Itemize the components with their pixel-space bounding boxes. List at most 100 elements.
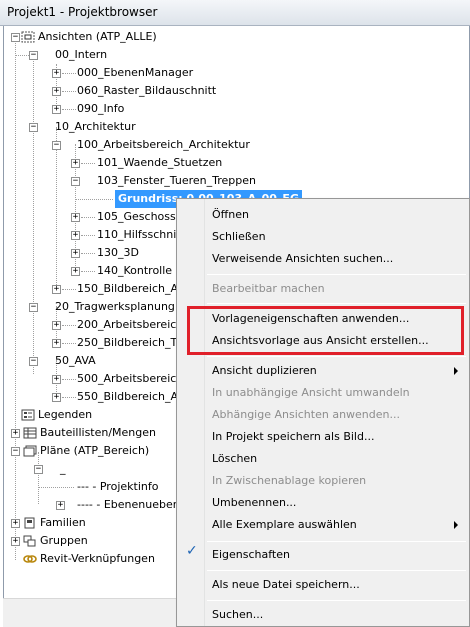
tree-item-060[interactable]: + 060_Raster_Bildauschnitt	[4, 82, 304, 100]
tree-item-label: 105_Geschossd	[97, 210, 183, 223]
tree-line	[62, 343, 76, 344]
menu-item-unabhaengige-ansicht[interactable]: In unabhängige Ansicht umwandeln	[212, 383, 410, 403]
tree-item-ansichten[interactable]: − Ansichten (ATP_ALLE)	[4, 28, 304, 46]
tree-item-label: Legenden	[38, 408, 93, 421]
collapse-toggle[interactable]: −	[29, 303, 38, 312]
tree-item-label: 103_Fenster_Tueren_Treppen	[97, 174, 256, 187]
menu-item-eigenschaften[interactable]: Eigenschaften	[212, 545, 290, 565]
expand-toggle[interactable]: +	[52, 105, 61, 114]
expand-toggle[interactable]: +	[52, 69, 61, 78]
menu-item-verweisende-ansichten[interactable]: Verweisende Ansichten suchen...	[212, 249, 393, 269]
tree-item-label: 130_3D	[97, 246, 139, 259]
tree-item-intern[interactable]: − 00_Intern	[4, 46, 304, 64]
schedule-icon	[23, 427, 37, 439]
expand-toggle[interactable]: +	[71, 231, 80, 240]
menu-item-oeffnen[interactable]: Öffnen	[212, 205, 249, 225]
expand-toggle[interactable]: +	[52, 375, 61, 384]
tree-item-label: 090_Info	[77, 102, 125, 115]
tree-item-000[interactable]: + 000_EbenenManager	[4, 64, 304, 82]
menu-separator	[207, 303, 466, 304]
expand-toggle[interactable]: +	[71, 249, 80, 258]
tree-line	[81, 217, 95, 218]
tree-item-label: 140_Kontrolle	[97, 264, 173, 277]
group-icon	[23, 535, 36, 547]
tree-item-label: 250_Bildbereich_TR	[77, 336, 185, 349]
tree-line	[81, 253, 95, 254]
expand-toggle[interactable]: +	[71, 159, 80, 168]
tree-item-103[interactable]: − 103_Fenster_Tueren_Treppen	[4, 172, 304, 190]
expand-toggle[interactable]: +	[52, 339, 61, 348]
tree-item-090[interactable]: + 090_Info	[4, 100, 304, 118]
collapse-toggle[interactable]: −	[52, 141, 61, 150]
menu-item-zwischenablage[interactable]: In Zwischenablage kopieren	[212, 471, 366, 491]
collapse-toggle[interactable]: −	[29, 357, 38, 366]
expand-toggle[interactable]: +	[52, 393, 61, 402]
tree-item-label: Ansichten (ATP_ALLE)	[38, 30, 157, 43]
collapse-toggle[interactable]: −	[11, 447, 20, 456]
menu-item-umbenennen[interactable]: Umbenennen...	[212, 493, 296, 513]
menu-item-speichern-als-bild[interactable]: In Projekt speichern als Bild...	[212, 427, 374, 447]
tree-item-label: 50_AVA	[55, 354, 96, 367]
family-icon	[24, 517, 35, 529]
menu-item-loeschen[interactable]: Löschen	[212, 449, 257, 469]
expand-toggle[interactable]: +	[71, 213, 80, 222]
tree-line	[62, 109, 76, 110]
tree-line	[15, 55, 29, 56]
tree-item-101[interactable]: + 101_Waende_Stuetzen	[4, 154, 304, 172]
tree-item-label: 100_Arbeitsbereich_Architektur	[77, 138, 250, 151]
tree-line	[62, 325, 76, 326]
tree-line	[62, 91, 76, 92]
tree-line	[62, 73, 76, 74]
submenu-arrow-icon	[454, 521, 458, 529]
tree-item-label: Familien	[40, 516, 86, 529]
menu-separator	[207, 570, 466, 571]
menu-item-ansicht-duplizieren[interactable]: Ansicht duplizieren	[212, 361, 317, 381]
sheets-icon	[23, 445, 37, 457]
menu-item-schliessen[interactable]: Schließen	[212, 227, 266, 247]
expand-toggle[interactable]: +	[52, 285, 61, 294]
title-bar: Projekt1 - Projektbrowser	[0, 0, 470, 26]
tree-item-label: 000_EbenenManager	[77, 66, 194, 79]
tree-item-label: 550_Bildbereich_AV	[77, 390, 185, 403]
expand-toggle[interactable]: +	[11, 537, 20, 546]
tree-item-label: 20_Tragwerksplanung	[55, 300, 175, 313]
submenu-arrow-icon	[454, 367, 458, 375]
collapse-toggle[interactable]: −	[34, 465, 43, 474]
collapse-toggle[interactable]: −	[29, 51, 38, 60]
expand-toggle[interactable]: +	[52, 87, 61, 96]
expand-toggle[interactable]: +	[11, 519, 20, 528]
collapse-toggle[interactable]: −	[29, 123, 38, 132]
highlight-box	[187, 306, 464, 355]
context-menu: Öffnen Schließen Verweisende Ansichten s…	[176, 198, 470, 627]
tree-item-architektur[interactable]: − 10_Architektur	[4, 118, 304, 136]
expand-toggle[interactable]: +	[71, 267, 80, 276]
window-title: Projekt1 - Projektbrowser	[7, 5, 158, 19]
menu-item-abhaengige-ansichten[interactable]: Abhängige Ansichten anwenden...	[212, 405, 400, 425]
collapse-toggle[interactable]: −	[11, 33, 20, 42]
tree-item-label: 150_Bildbereich_Ar	[77, 282, 183, 295]
tree-line	[81, 235, 95, 236]
menu-item-als-neue-datei[interactable]: Als neue Datei speichern...	[212, 575, 360, 595]
tree-item-label: Bauteillisten/Mengen	[40, 426, 157, 439]
collapse-toggle[interactable]: −	[71, 177, 80, 186]
tree-item-arch-bereich[interactable]: − 100_Arbeitsbereich_Architektur	[4, 136, 304, 154]
tree-item-label: Gruppen	[40, 534, 88, 547]
expand-toggle[interactable]: +	[56, 501, 65, 510]
menu-item-bearbeitbar[interactable]: Bearbeitbar machen	[212, 279, 325, 299]
tree-item-label: --- - Projektinfo	[77, 480, 159, 493]
menu-separator	[207, 356, 466, 357]
menu-item-alle-exemplare[interactable]: Alle Exemplare auswählen	[212, 515, 357, 535]
menu-item-suchen[interactable]: Suchen...	[212, 605, 263, 625]
expand-toggle[interactable]: +	[11, 429, 20, 438]
tree-item-label: Revit-Verknüpfungen	[40, 552, 155, 565]
tree-line	[81, 163, 95, 164]
tree-item-label: 00_Intern	[55, 48, 108, 61]
tree-item-label: ---- - Ebenenueber	[77, 498, 178, 511]
link-icon	[23, 555, 37, 563]
tree-item-label: Pläne (ATP_Bereich)	[40, 444, 150, 457]
tree-line	[81, 271, 95, 272]
expand-toggle[interactable]: +	[52, 321, 61, 330]
tree-item-label: 10_Architektur	[55, 120, 136, 133]
tree-item-label: _	[60, 462, 66, 475]
tree-item-label: 110_Hilfsschnit	[97, 228, 181, 241]
